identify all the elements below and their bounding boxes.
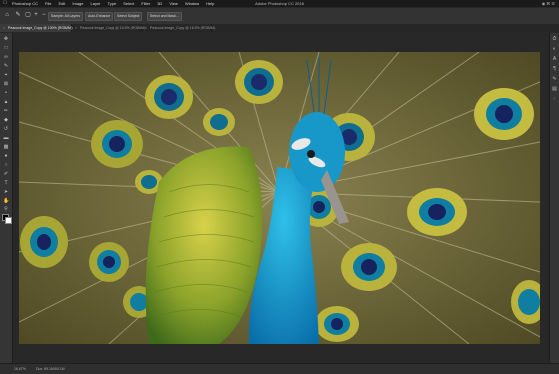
healing-brush-tool-icon[interactable]: ▲: [3, 99, 9, 105]
menu-window[interactable]: Window: [185, 0, 199, 7]
document-tabs: × Peacock Image_Copy @ 100% (RGB/8#) × Pea…: [0, 24, 559, 32]
tab-label: Peacock Image_Copy @ 16.5% (RGB/8#): [150, 26, 216, 30]
menu-filter[interactable]: Filter: [141, 0, 150, 7]
menu-select[interactable]: Select: [123, 0, 134, 7]
menu-app[interactable]: Photoshop CC: [12, 0, 38, 7]
eraser-tool-icon[interactable]: ▬: [3, 135, 9, 141]
close-icon[interactable]: ×: [145, 26, 147, 30]
tab-document-3[interactable]: × Peacock Image_Copy @ 16.5% (RGB/8#): [142, 24, 216, 32]
status-bar: 16.67% Doc: 69.1M/69.1M: [0, 363, 559, 374]
crop-tool-icon[interactable]: ⌖: [3, 72, 9, 78]
menu-file[interactable]: File: [45, 0, 51, 7]
brushes-icon[interactable]: ✎: [552, 77, 557, 82]
menu-layer[interactable]: Layer: [91, 0, 101, 7]
menu-view[interactable]: View: [169, 0, 178, 7]
hand-tool-icon[interactable]: ✋: [3, 198, 9, 204]
quick-selection-tool-icon[interactable]: ✎: [15, 12, 21, 18]
menu-bar:  Photoshop CC File Edit Image Layer Typ…: [0, 0, 559, 7]
tab-document-2[interactable]: × Peacock Image_Copy @ 16.5% (RGB/8#): [72, 24, 146, 32]
tab-label: Peacock Image_Copy @ 16.5% (RGB/8#): [80, 26, 146, 30]
clone-stamp-tool-icon[interactable]: ◆: [3, 117, 9, 123]
peacock-image: [19, 52, 540, 344]
menu-help[interactable]: Help: [206, 0, 214, 7]
menu-edit[interactable]: Edit: [58, 0, 65, 7]
menu-type[interactable]: Type: [108, 0, 117, 7]
options-bar: ⌂ ✎ ▢ + − Sample: All Layers Auto-Enhanc…: [0, 8, 559, 25]
new-selection-icon[interactable]: ▢: [25, 12, 31, 18]
auto-enhance-checkbox[interactable]: Auto-Enhance: [85, 12, 114, 21]
history-icon[interactable]: ⏱: [552, 37, 557, 42]
pen-tool-icon[interactable]: ✐: [3, 171, 9, 177]
system-status-icons: ◉ ⌘ ☰: [541, 1, 555, 6]
select-subject-button[interactable]: Select Subject: [114, 12, 143, 21]
move-tool-icon[interactable]: ✥: [3, 36, 9, 42]
marquee-tool-icon[interactable]: □: [3, 45, 9, 51]
zoom-tool-icon[interactable]: ⚲: [3, 206, 9, 212]
lasso-tool-icon[interactable]: ∞: [3, 54, 9, 60]
tab-document-1[interactable]: × Peacock Image_Copy @ 100% (RGB/8#): [0, 24, 73, 32]
path-selection-tool-icon[interactable]: ➤: [3, 189, 9, 195]
dodge-tool-icon[interactable]: ○: [3, 162, 9, 168]
gradient-tool-icon[interactable]: ▩: [3, 144, 9, 150]
blur-tool-icon[interactable]: ●: [3, 153, 9, 159]
menu-3d[interactable]: 3D: [157, 0, 162, 7]
close-icon[interactable]: ×: [75, 26, 77, 30]
tab-label: Peacock Image_Copy @ 100% (RGB/8#): [8, 26, 73, 30]
channels-icon[interactable]: ◌: [552, 97, 557, 102]
tools-panel: ✥ □ ∞ ✎ ⌖ ⊠ • ▲ ✏ ◆ ↺ ▬ ▩ ● ○ ✐ T ➤ ✋ ⚲: [0, 33, 13, 363]
brush-tool-icon[interactable]: ✏: [3, 108, 9, 114]
frame-tool-icon[interactable]: ⊠: [3, 81, 9, 87]
subtract-selection-icon[interactable]: −: [41, 12, 47, 18]
background-color-swatch[interactable]: [5, 217, 12, 224]
add-selection-icon[interactable]: +: [33, 12, 39, 18]
paragraph-icon[interactable]: ¶: [552, 67, 557, 72]
peacock-head: [289, 112, 345, 192]
layers-icon[interactable]: ▤: [552, 87, 557, 92]
select-and-mask-button[interactable]: Select and Mask...: [147, 12, 182, 21]
menu-image[interactable]: Image: [72, 0, 83, 7]
history-brush-tool-icon[interactable]: ↺: [3, 126, 9, 132]
image-canvas[interactable]: [19, 52, 540, 344]
sample-all-layers-checkbox[interactable]: Sample: All Layers: [48, 12, 83, 21]
right-panel-dock: ⏱ ◐ A ¶ ✎ ▤ ◌: [549, 33, 559, 363]
type-tool-icon[interactable]: T: [3, 180, 9, 186]
apple-icon[interactable]: : [3, 0, 7, 7]
close-icon[interactable]: ×: [3, 26, 5, 30]
type-panel-icon[interactable]: A: [552, 57, 557, 62]
adjustments-icon[interactable]: ◐: [552, 47, 557, 52]
quick-selection-tool-icon[interactable]: ✎: [3, 63, 9, 69]
menu-list: Photoshop CC File Edit Image Layer Type …: [12, 0, 214, 7]
home-icon[interactable]: ⌂: [4, 12, 10, 18]
eyedropper-tool-icon[interactable]: •: [3, 90, 9, 96]
